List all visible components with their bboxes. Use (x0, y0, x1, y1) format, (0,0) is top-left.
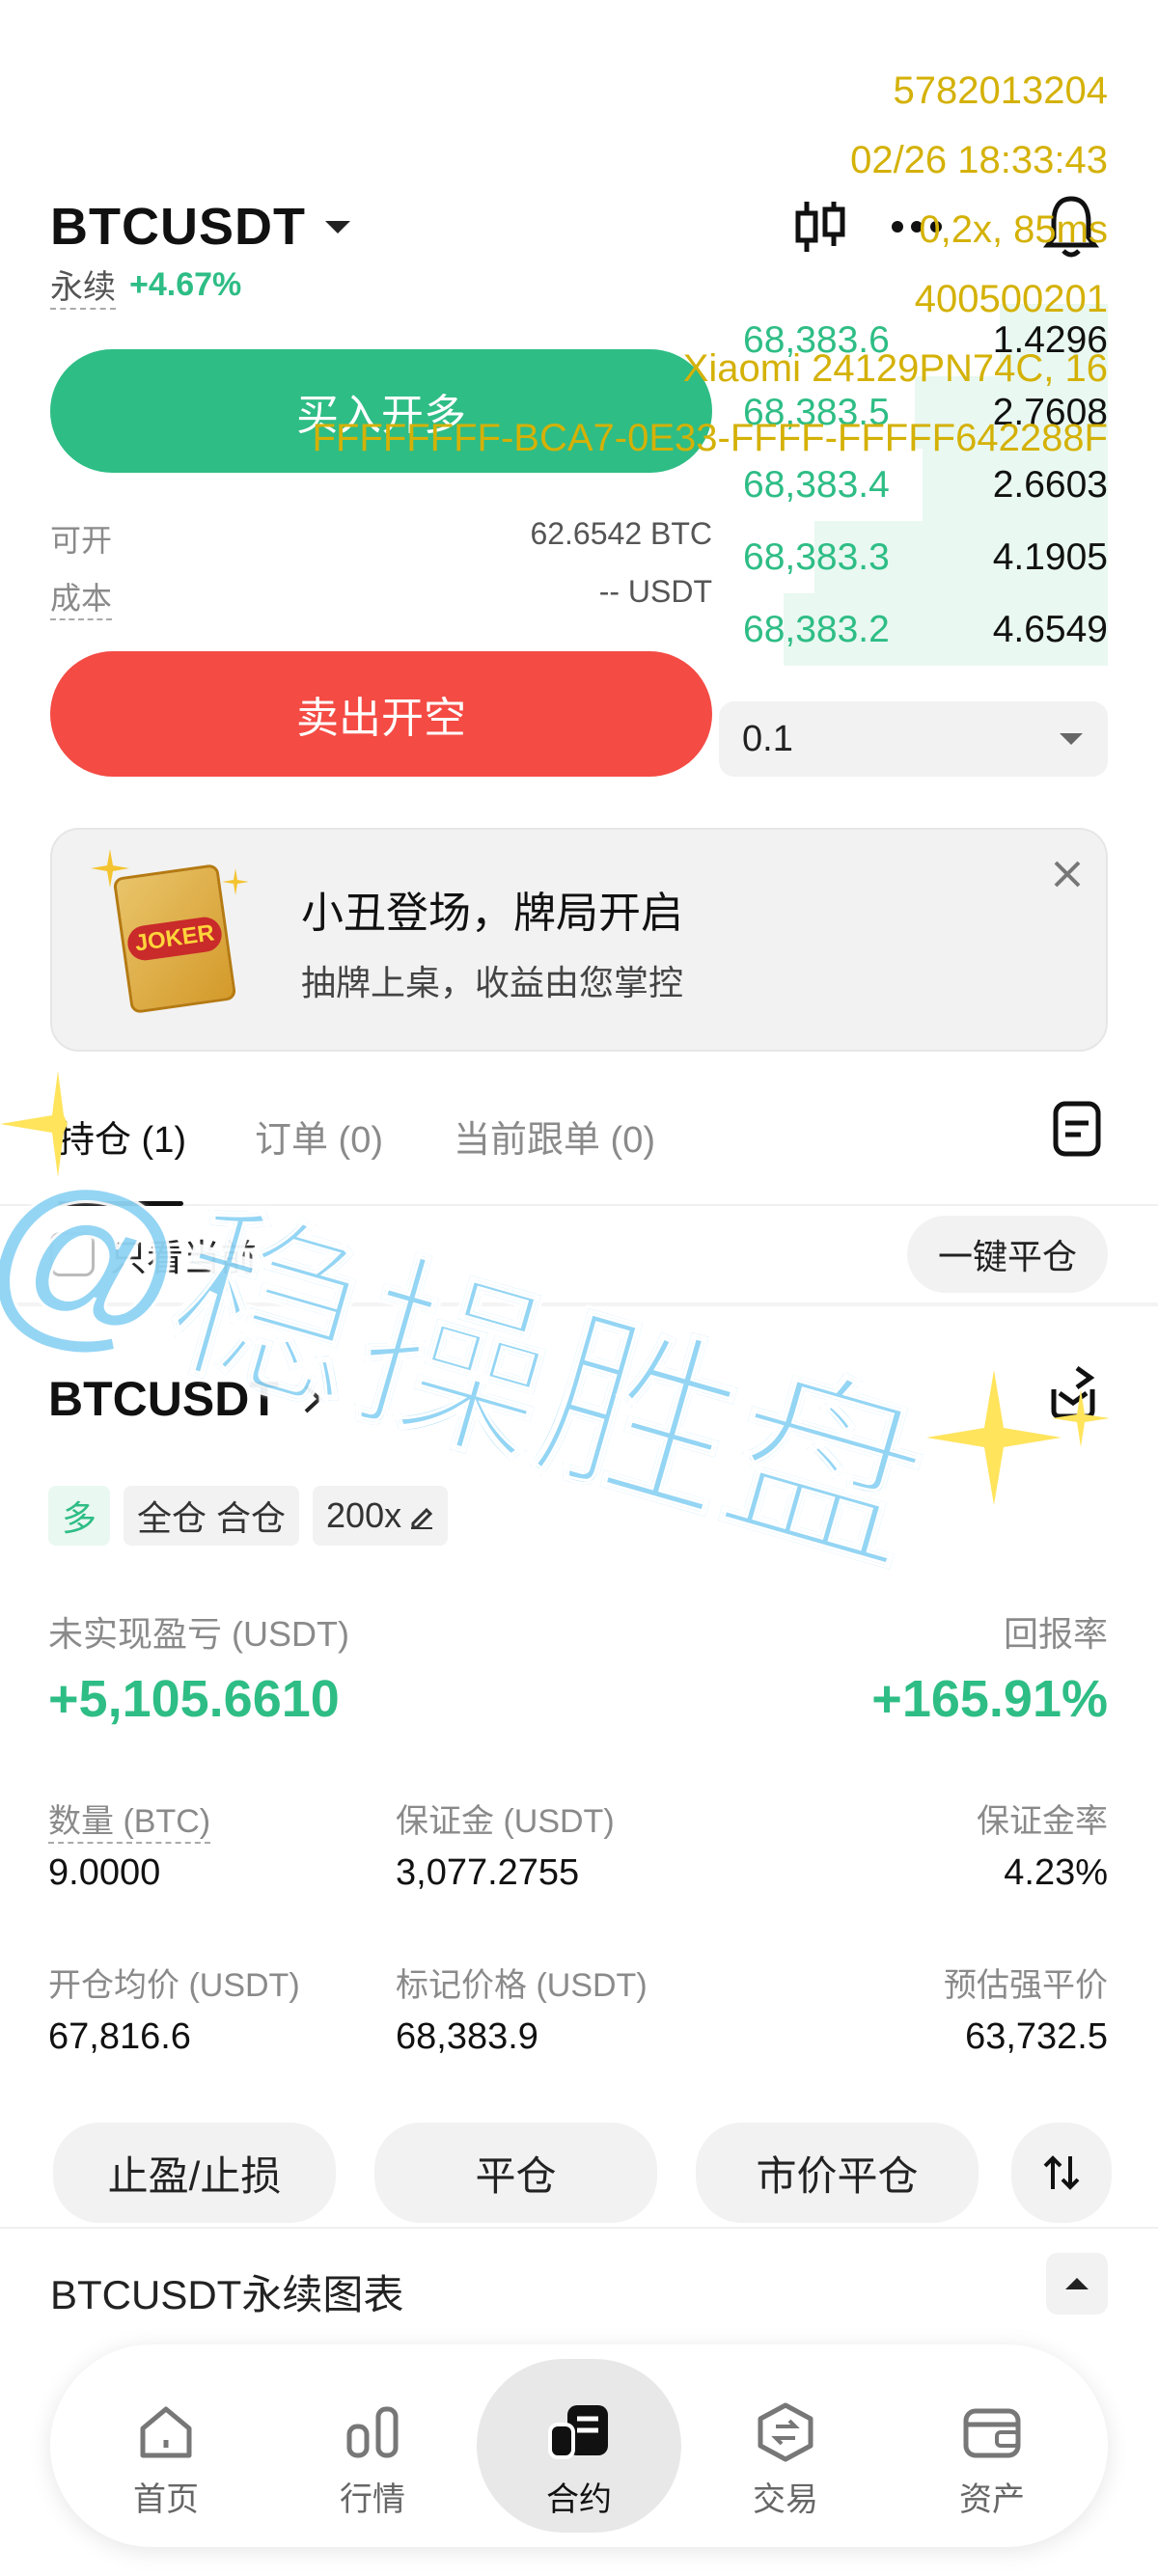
nav-assets-label: 资产 (959, 2480, 1025, 2518)
promo-banner[interactable]: JOKER 小丑登场，牌局开启 抽牌上桌，收益由您掌控 (50, 828, 1108, 1052)
symbol-selector[interactable]: BTCUSDT (50, 193, 352, 260)
tpsl-button[interactable]: 止盈/止损 (53, 2123, 336, 2223)
qty-value: 9.0000 (48, 1852, 161, 1893)
swap-arrows-icon (1043, 2155, 1080, 2190)
cost-row: 成本 -- USDT (50, 574, 712, 622)
margin-mode-tag: 全仓 合仓 (124, 1486, 300, 1546)
sparkle-icon (0, 1071, 68, 1177)
market-bars-icon (346, 2406, 399, 2457)
chart-expand-button[interactable] (1046, 2253, 1108, 2315)
margin-rate-label: 保证金率 (977, 1803, 1108, 1840)
liq-price-value: 63,732.5 (965, 2016, 1108, 2057)
margin-label: 保证金 (USDT) (396, 1803, 615, 1840)
available-label: 可开 (50, 523, 113, 558)
orderbook-row[interactable]: 68,383.3 4.1905 (722, 521, 1108, 593)
watermark-line: 5782013204 (893, 69, 1108, 112)
nav-futures-label: 合约 (546, 2480, 612, 2518)
tab-copy-trading[interactable]: 当前跟单 (0) (454, 1110, 655, 1163)
side-tag: 多 (48, 1486, 111, 1546)
side-label: 多 (62, 1498, 97, 1538)
orderbook-qty: 4.1905 (992, 535, 1108, 578)
margin-mode-label: 全仓 合仓 (137, 1498, 287, 1538)
roe-label: 回报率 (1003, 1614, 1108, 1654)
tpsl-label: 止盈/止损 (107, 2152, 282, 2199)
caret-down-icon (1060, 733, 1083, 745)
watermark-line: 0,2x, 85ms (919, 208, 1108, 251)
nav-market[interactable]: 行情 (276, 2383, 469, 2537)
price-change: +4.67% (129, 265, 242, 303)
watermark-line: Xiaomi 24129PN74C, 16 (682, 347, 1108, 390)
cost-value: -- USDT (598, 574, 712, 609)
watermark-line: FFFFFFFF-BCA7-0E33-FFFF-FFFFF642288F (312, 417, 1108, 459)
orderbook-price: 68,383.2 (743, 608, 890, 650)
market-close-button[interactable]: 市价平仓 (696, 2123, 979, 2223)
sparkle-icon (91, 849, 129, 888)
close-position-button[interactable]: 平仓 (374, 2123, 657, 2223)
nav-home-label: 首页 (133, 2480, 199, 2518)
reverse-position-button[interactable] (1011, 2123, 1112, 2223)
available-row: 可开 62.6542 BTC (50, 516, 712, 564)
roe-value: +165.91% (871, 1670, 1108, 1728)
entry-price-value: 67,816.6 (48, 2016, 191, 2057)
home-icon (140, 2406, 192, 2457)
margin-rate-value: 4.23% (1004, 1852, 1108, 1893)
available-value: 62.6542 BTC (530, 516, 712, 551)
candlestick-icon[interactable] (793, 198, 847, 256)
pnl-value: +5,105.6610 (48, 1670, 340, 1728)
close-position-label: 平仓 (475, 2152, 557, 2199)
qty-label: 数量 (BTC) (48, 1795, 211, 1844)
banner-title: 小丑登场，牌局开启 (301, 890, 683, 937)
nav-trade-label: 交易 (753, 2480, 818, 2518)
contract-info: 永续 +4.67% (50, 260, 242, 310)
orderbook-row[interactable]: 68,383.2 4.6549 (722, 593, 1108, 666)
banner-subtitle: 抽牌上桌，收益由您掌控 (301, 963, 684, 1002)
liq-price-label: 预估强平价 (944, 1967, 1108, 2004)
sparkle-icon (1052, 1389, 1110, 1447)
position-tags: 多 全仓 合仓 200x (48, 1486, 449, 1546)
pnl-label: 未实现盈亏 (USDT) (48, 1614, 349, 1654)
caret-down-icon (324, 221, 350, 233)
mark-price-value: 68,383.9 (396, 2016, 538, 2057)
market-close-label: 市价平仓 (756, 2152, 919, 2199)
sell-short-label: 卖出开空 (296, 695, 466, 742)
watermark-line: 400500201 (914, 278, 1108, 320)
contract-type: 永续 (50, 260, 116, 310)
close-all-label: 一键平仓 (937, 1237, 1077, 1276)
wallet-icon (963, 2408, 1021, 2457)
joker-card-image: JOKER (112, 863, 237, 1014)
mark-price-label: 标记价格 (USDT) (396, 1967, 648, 2004)
nav-assets[interactable]: 资产 (896, 2383, 1089, 2537)
nav-trade[interactable]: 交易 (689, 2383, 882, 2537)
divider (0, 2227, 1158, 2229)
symbol-title: BTCUSDT (50, 198, 306, 256)
entry-price-label: 开仓均价 (USDT) (48, 1967, 300, 2004)
joker-card-text: JOKER (124, 915, 225, 963)
nav-futures[interactable]: 合约 (482, 2383, 676, 2537)
cost-label: 成本 (50, 574, 113, 620)
precision-value: 0.1 (742, 718, 793, 759)
order-history-icon[interactable] (1052, 1100, 1102, 1158)
orderbook-price: 68,383.4 (743, 463, 890, 506)
nav-market-label: 行情 (340, 2480, 405, 2518)
sparkle-icon (222, 868, 249, 895)
sparkle-icon (926, 1370, 1062, 1505)
margin-value: 3,077.2755 (396, 1852, 580, 1893)
caret-up-icon (1065, 2278, 1089, 2289)
trade-exchange-icon (758, 2402, 813, 2461)
sell-short-button[interactable]: 卖出开空 (50, 651, 712, 777)
precision-dropdown[interactable]: 0.1 (719, 701, 1108, 777)
futures-icon (548, 2404, 608, 2459)
orderbook-qty: 2.6603 (992, 463, 1108, 506)
close-icon[interactable] (1052, 859, 1083, 890)
leverage-tag[interactable]: 200x (313, 1486, 449, 1546)
close-all-button[interactable]: 一键平仓 (907, 1216, 1108, 1293)
watermark-line: 02/26 18:33:43 (850, 139, 1108, 181)
edit-icon (411, 1507, 433, 1529)
orderbook-qty: 4.6549 (992, 608, 1108, 650)
chart-bar-label: BTCUSDT永续图表 (50, 2272, 404, 2317)
orderbook-price: 68,383.3 (743, 535, 890, 578)
nav-home[interactable]: 首页 (69, 2383, 262, 2537)
tab-copy-label: 当前跟单 (0) (454, 1120, 656, 1161)
leverage-label: 200x (326, 1495, 402, 1535)
